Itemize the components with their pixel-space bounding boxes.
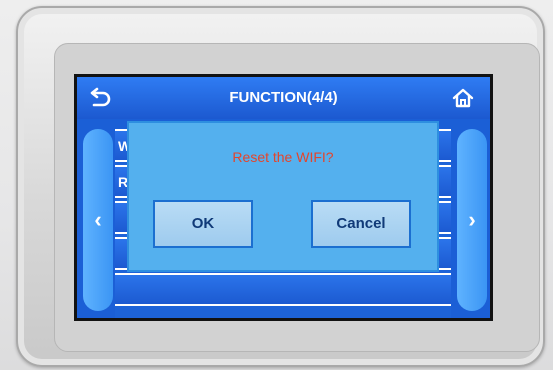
reset-wifi-dialog: Reset the WIFI? OK Cancel bbox=[127, 121, 439, 272]
next-page-button[interactable]: › bbox=[457, 129, 487, 311]
previous-page-button[interactable]: ‹ bbox=[83, 129, 113, 311]
cancel-button[interactable]: Cancel bbox=[311, 200, 411, 248]
page-title: FUNCTION(4/4) bbox=[229, 89, 338, 106]
touch-screen: FUNCTION(4/4) ‹ › W Reset the WIFI? OK C… bbox=[74, 74, 493, 321]
back-arrow-icon bbox=[90, 87, 111, 107]
list-item[interactable] bbox=[115, 273, 451, 306]
back-button[interactable] bbox=[85, 84, 113, 112]
chevron-right-icon: › bbox=[468, 207, 476, 232]
ok-button[interactable]: OK bbox=[153, 200, 253, 248]
chevron-left-icon: ‹ bbox=[94, 207, 102, 232]
dialog-message: Reset the WIFI? bbox=[232, 149, 334, 165]
home-button[interactable] bbox=[449, 84, 477, 112]
home-icon bbox=[452, 88, 474, 108]
title-bar: FUNCTION(4/4) bbox=[77, 77, 490, 119]
